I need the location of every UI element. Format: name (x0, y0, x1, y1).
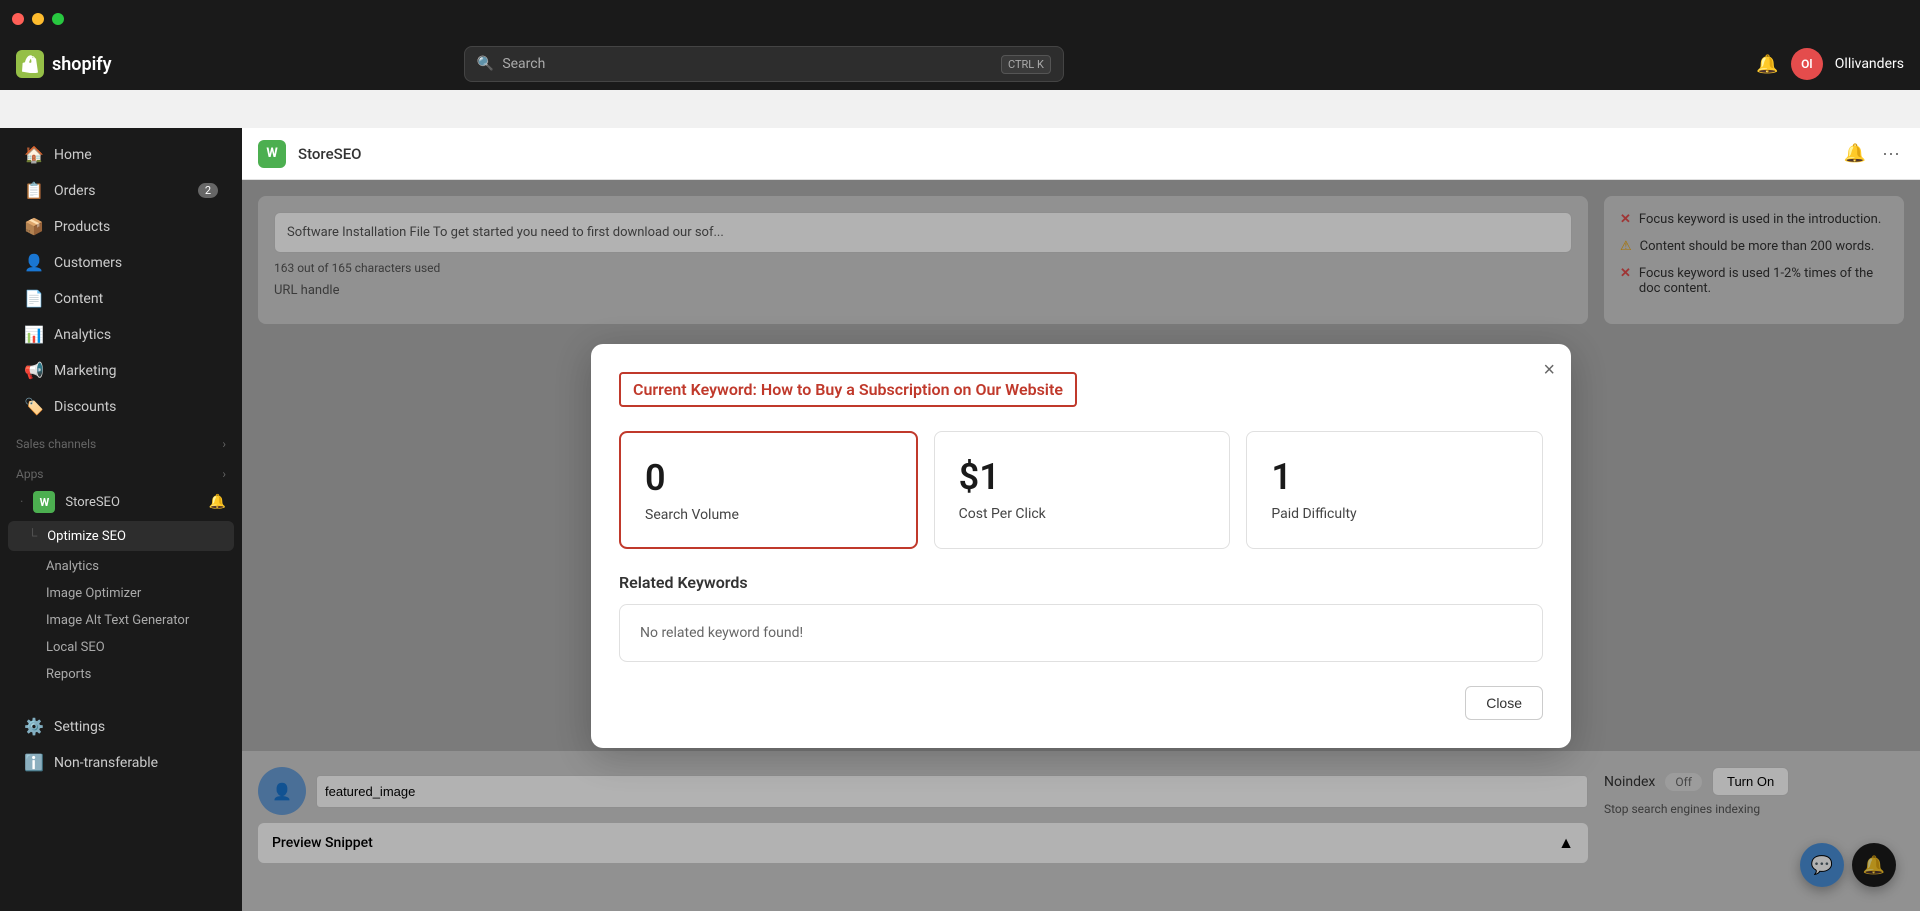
user-avatar[interactable]: Ol (1791, 48, 1823, 80)
sidebar-item-settings[interactable]: ⚙️ Settings (8, 709, 234, 744)
modal-title: Current Keyword: How to Buy a Subscripti… (619, 372, 1077, 407)
settings-label: Settings (54, 719, 105, 735)
products-icon: 📦 (24, 217, 44, 236)
modal-close-button[interactable]: × (1543, 360, 1555, 380)
sidebar: 🏠 Home 📋 Orders 2 📦 Products 👤 Customers… (0, 128, 242, 911)
sales-channels-section: Sales channels › (0, 425, 242, 455)
sidebar-item-label: Home (54, 147, 92, 163)
modal-close-btn[interactable]: Close (1465, 686, 1543, 720)
app-header-icon: W (258, 140, 286, 168)
sidebar-item-products[interactable]: 📦 Products (8, 209, 234, 244)
bg-content: Software Installation File To get starte… (242, 180, 1920, 911)
store-seo-icon: W (33, 491, 55, 513)
traffic-light-yellow[interactable] (32, 13, 44, 25)
content-area: W StoreSEO 🔔 ··· Software Installation F… (242, 128, 1920, 911)
sidebar-item-non-transferable[interactable]: ℹ️ Non-transferable (8, 745, 234, 780)
sidebar-item-label: Content (54, 291, 103, 307)
store-seo-label: StoreSEO (65, 495, 120, 510)
search-icon: 🔍 (477, 56, 494, 72)
shopify-topbar: shopify 🔍 Search CTRL K 🔔 Ol Ollivanders (0, 38, 1920, 90)
sidebar-item-analytics[interactable]: 📊 Analytics (8, 317, 234, 352)
sidebar-sub-reports[interactable]: Reports (0, 661, 242, 688)
sidebar-item-label: Customers (54, 255, 122, 271)
sidebar-item-content[interactable]: 📄 Content (8, 281, 234, 316)
main-layout: 🏠 Home 📋 Orders 2 📦 Products 👤 Customers… (0, 128, 1920, 911)
store-seo-bell-icon[interactable]: 🔔 (209, 494, 226, 510)
search-volume-card: 0 Search Volume (619, 431, 918, 549)
app-header-title: StoreSEO (298, 145, 362, 163)
search-placeholder: Search (502, 56, 545, 72)
paid-difficulty-value: 1 (1271, 456, 1518, 498)
sidebar-item-home[interactable]: 🏠 Home (8, 137, 234, 172)
apps-expand-icon: › (222, 467, 226, 481)
expand-arrow-icon: › (222, 437, 226, 451)
shopify-logo-icon (16, 50, 44, 78)
sidebar-item-optimize-seo[interactable]: └ Optimize SEO (8, 521, 234, 551)
search-shortcut: CTRL K (1001, 55, 1051, 74)
search-volume-label: Search Volume (645, 507, 892, 523)
sidebar-item-label: Products (54, 219, 110, 235)
home-icon: 🏠 (24, 145, 44, 164)
customers-icon: 👤 (24, 253, 44, 272)
sidebar-sub-analytics[interactable]: Analytics (0, 553, 242, 580)
traffic-light-red[interactable] (12, 13, 24, 25)
modal-footer: Close (619, 686, 1543, 720)
sidebar-sub-local-seo[interactable]: Local SEO (0, 634, 242, 661)
user-name[interactable]: Ollivanders (1835, 56, 1904, 72)
tree-branch-icon: └ (28, 528, 37, 544)
traffic-light-green[interactable] (52, 13, 64, 25)
sidebar-sub-alt-text[interactable]: Image Alt Text Generator (0, 607, 242, 634)
search-volume-value: 0 (645, 457, 892, 499)
topbar-right: 🔔 Ol Ollivanders (1756, 48, 1904, 80)
paid-difficulty-label: Paid Difficulty (1271, 506, 1518, 522)
related-keywords-title: Related Keywords (619, 573, 1543, 592)
tree-dot: · (20, 495, 23, 510)
shopify-logo-text: shopify (52, 54, 112, 75)
cost-per-click-card: $1 Cost Per Click (934, 431, 1231, 549)
sidebar-item-orders[interactable]: 📋 Orders 2 (8, 173, 234, 208)
sidebar-item-label: Marketing (54, 363, 117, 379)
app-header-actions: 🔔 ··· (1840, 139, 1904, 168)
orders-badge: 2 (198, 183, 218, 198)
discounts-icon: 🏷️ (24, 397, 44, 416)
sidebar-item-marketing[interactable]: 📢 Marketing (8, 353, 234, 388)
sidebar-item-store-seo[interactable]: · W StoreSEO 🔔 (0, 485, 242, 519)
marketing-icon: 📢 (24, 361, 44, 380)
analytics-icon: 📊 (24, 325, 44, 344)
apps-section: Apps › (0, 455, 242, 485)
app-header-menu-button[interactable]: ··· (1878, 139, 1904, 168)
optimize-seo-label: Optimize SEO (47, 529, 126, 544)
sidebar-item-customers[interactable]: 👤 Customers (8, 245, 234, 280)
sidebar-sub-image-optimizer[interactable]: Image Optimizer (0, 580, 242, 607)
sidebar-item-label: Orders (54, 183, 96, 199)
non-transferable-label: Non-transferable (54, 755, 158, 771)
sidebar-item-label: Discounts (54, 399, 116, 415)
modal-overlay: × Current Keyword: How to Buy a Subscrip… (242, 180, 1920, 911)
search-bar[interactable]: 🔍 Search CTRL K (464, 46, 1064, 82)
app-header-bell-button[interactable]: 🔔 (1840, 139, 1870, 168)
info-icon: ℹ️ (24, 753, 44, 772)
cost-per-click-value: $1 (959, 456, 1206, 498)
shopify-logo[interactable]: shopify (16, 50, 112, 78)
app-header: W StoreSEO 🔔 ··· (242, 128, 1920, 180)
paid-difficulty-card: 1 Paid Difficulty (1246, 431, 1543, 549)
topbar-bell-icon[interactable]: 🔔 (1756, 54, 1778, 75)
sidebar-item-discounts[interactable]: 🏷️ Discounts (8, 389, 234, 424)
stats-row: 0 Search Volume $1 Cost Per Click 1 Paid… (619, 431, 1543, 549)
cost-per-click-label: Cost Per Click (959, 506, 1206, 522)
sidebar-item-label: Analytics (54, 327, 111, 343)
orders-icon: 📋 (24, 181, 44, 200)
keyword-modal: × Current Keyword: How to Buy a Subscrip… (591, 344, 1571, 748)
content-icon: 📄 (24, 289, 44, 308)
settings-icon: ⚙️ (24, 717, 44, 736)
title-bar (0, 0, 1920, 38)
related-keywords-box: No related keyword found! (619, 604, 1543, 662)
